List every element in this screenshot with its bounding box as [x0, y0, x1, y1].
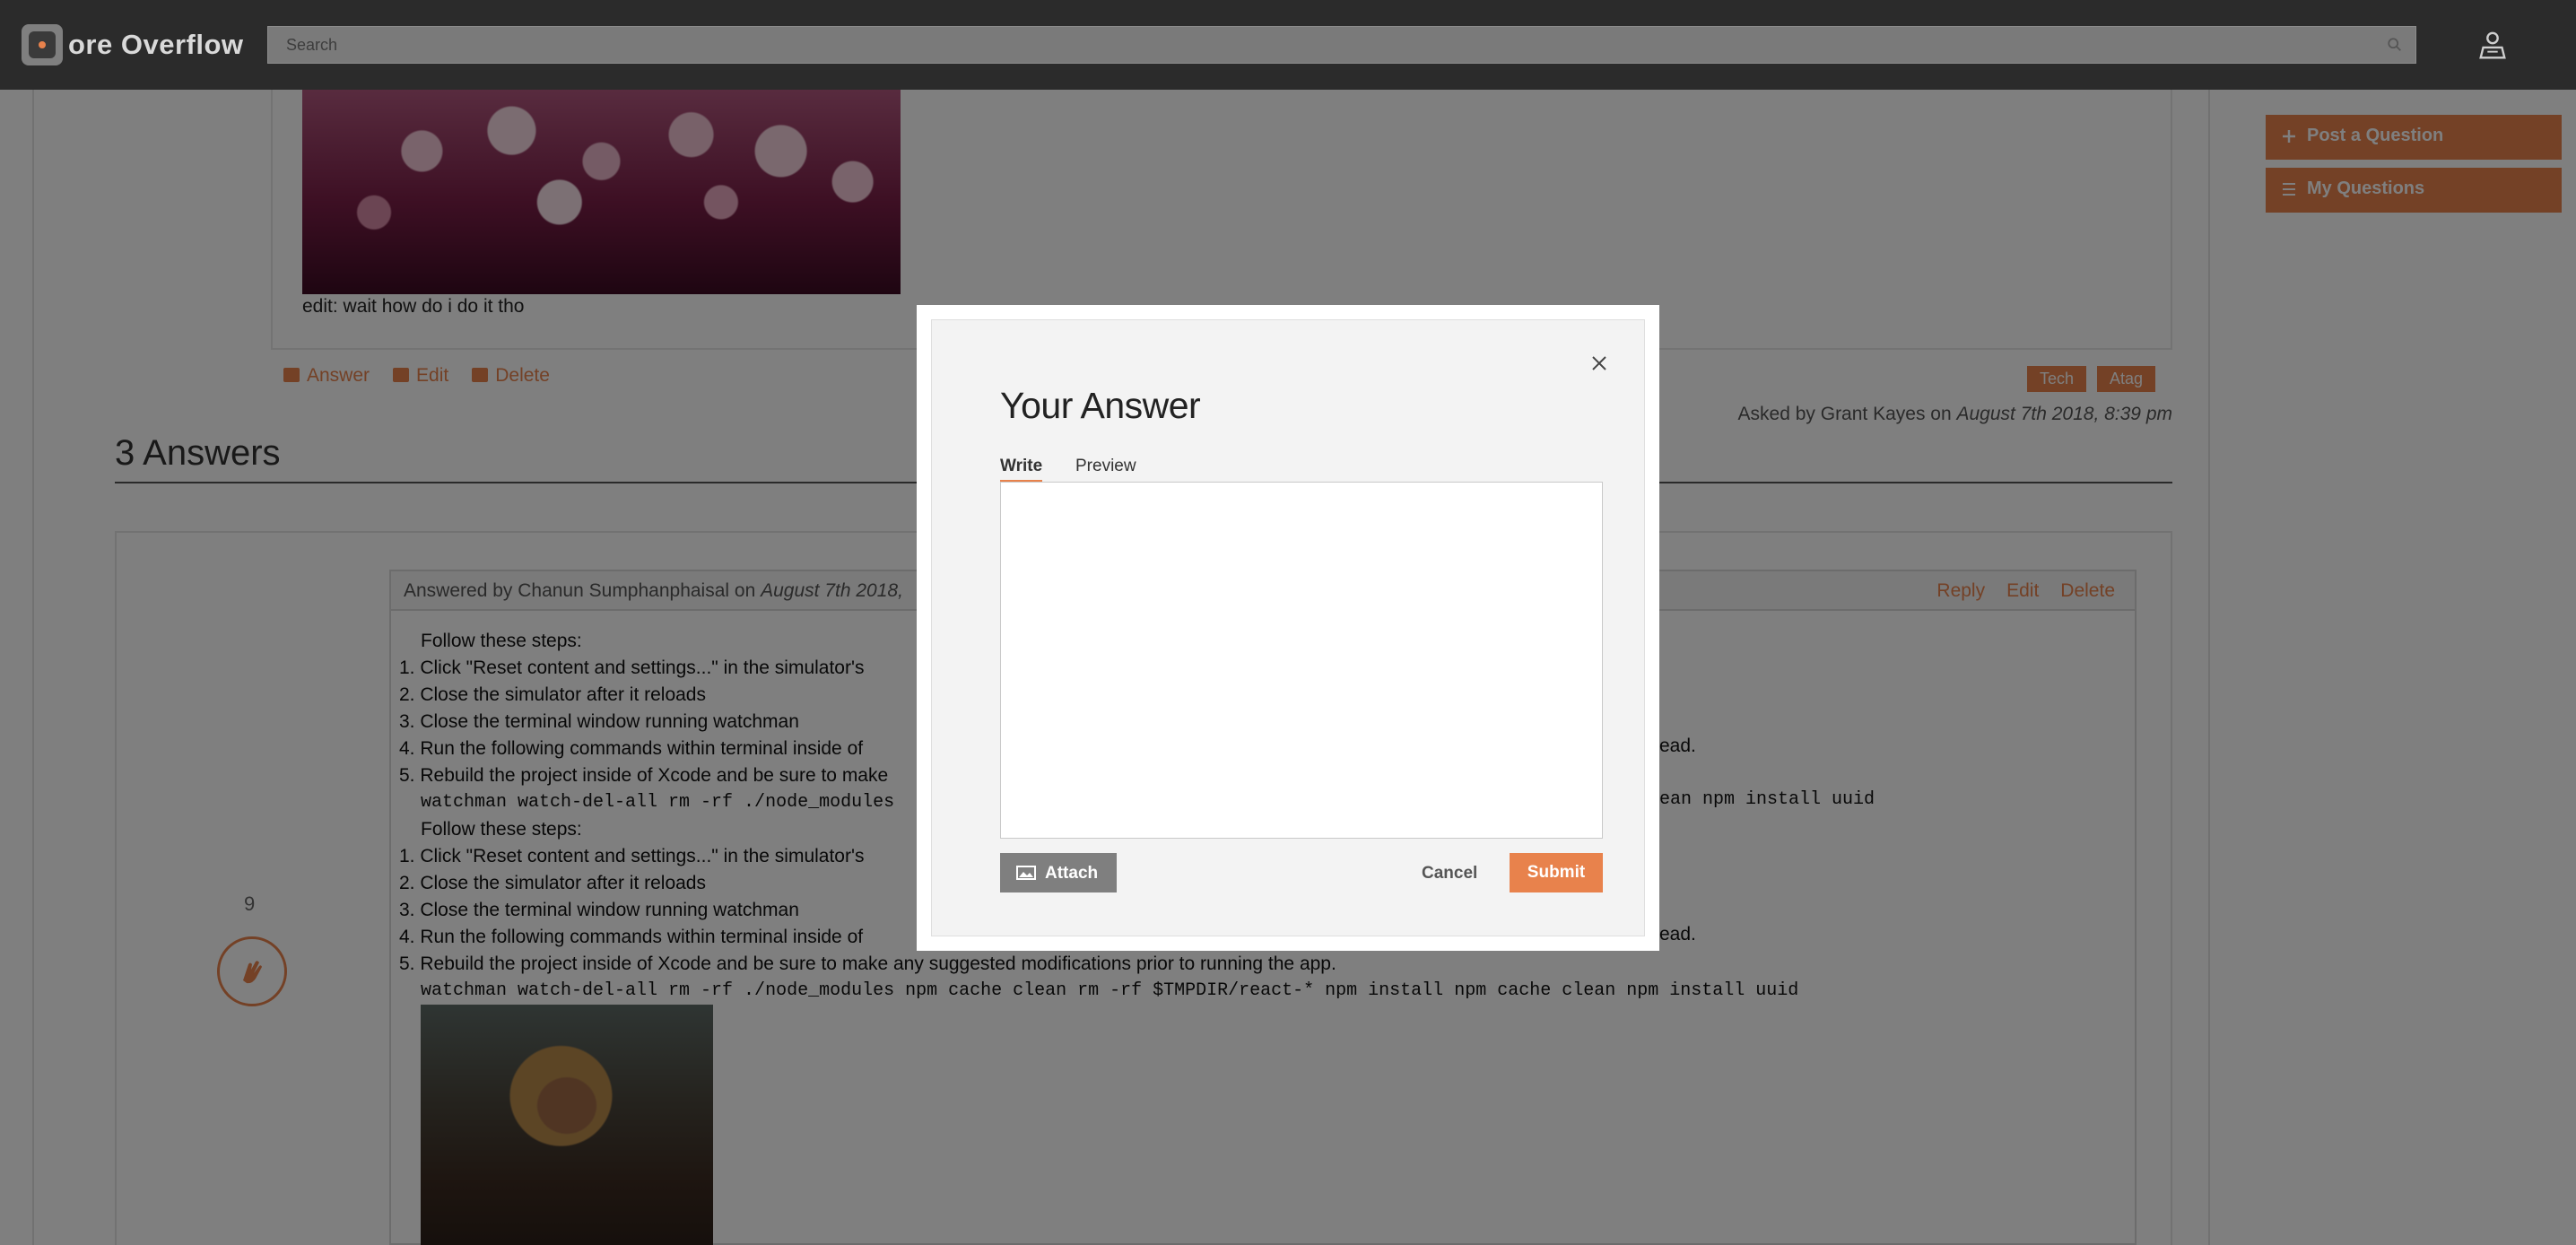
image-icon	[1016, 866, 1036, 880]
tab-write[interactable]: Write	[1000, 457, 1043, 483]
close-icon[interactable]	[1588, 353, 1610, 374]
answer-editor[interactable]	[1000, 482, 1603, 839]
attach-button[interactable]: Attach	[1000, 853, 1117, 892]
submit-button[interactable]: Submit	[1510, 853, 1603, 892]
search-bar[interactable]	[267, 26, 2416, 64]
logo-mark	[22, 24, 63, 65]
answer-modal: Your Answer Write Preview Attach Cancel …	[917, 305, 1659, 951]
search-input[interactable]	[268, 27, 2415, 63]
cancel-button[interactable]: Cancel	[1422, 864, 1477, 884]
top-navbar: ore Overflow	[0, 0, 2576, 90]
modal-title: Your Answer	[1000, 385, 1201, 426]
modal-panel: Your Answer Write Preview Attach Cancel …	[931, 319, 1645, 936]
logo[interactable]: ore Overflow	[22, 24, 244, 65]
user-icon[interactable]	[2476, 29, 2510, 63]
tab-preview[interactable]: Preview	[1075, 457, 1136, 480]
app-name: ore Overflow	[68, 29, 244, 60]
search-icon[interactable]	[2387, 37, 2403, 53]
